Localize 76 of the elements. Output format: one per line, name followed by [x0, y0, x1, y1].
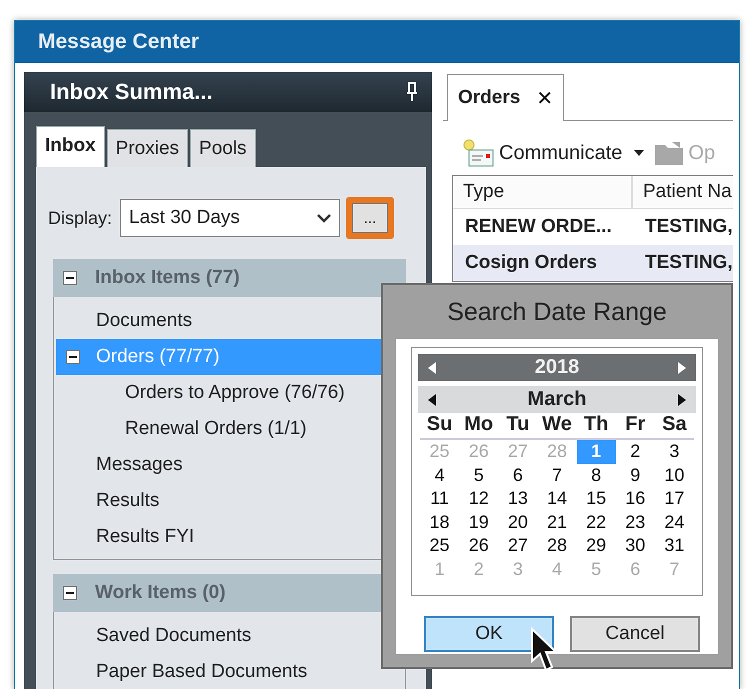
calendar-day[interactable]: 24 [654, 510, 694, 534]
dialog-button[interactable]: Cancel [570, 616, 700, 652]
table-row[interactable]: RENEW ORDE... TESTING, [453, 209, 733, 245]
chevron-icon [317, 213, 332, 223]
calendar-day[interactable]: 18 [420, 510, 460, 534]
tab[interactable]: Inbox [36, 126, 105, 167]
calendar-day[interactable]: 13 [498, 487, 538, 510]
calendar-day[interactable]: 31 [654, 534, 694, 558]
calendar-day[interactable]: 10 [654, 464, 694, 487]
calendar-day[interactable]: 9 [616, 464, 655, 487]
toolbar-button[interactable]: Communicate [463, 139, 644, 167]
calendar-day[interactable]: 4 [420, 464, 460, 487]
calendar-day[interactable]: 23 [616, 510, 655, 534]
table-cell-text: TESTING, [644, 216, 733, 238]
calendar-day[interactable]: 15 [576, 487, 616, 510]
column-header[interactable]: Patient Na [633, 181, 732, 203]
previous-year-icon[interactable] [428, 362, 436, 374]
table-cell-text: RENEW ORDE... [464, 216, 613, 238]
calendar-day[interactable]: 19 [459, 510, 498, 534]
month-label: March [528, 388, 586, 411]
panel-title: Inbox Summa... [50, 79, 213, 105]
calendar-day[interactable]: 26 [459, 534, 498, 558]
calendar-day[interactable]: 29 [576, 534, 616, 558]
caret-icon [634, 150, 644, 156]
calendar-day[interactable]: 5 [459, 464, 498, 487]
close-button[interactable]: ✕ [536, 86, 554, 110]
calendar-day[interactable]: 21 [537, 510, 577, 534]
calendar-day[interactable]: 20 [498, 510, 538, 534]
year-label: 2018 [534, 356, 580, 379]
calendar-day[interactable]: 2 [616, 440, 655, 464]
calendar-day[interactable]: 30 [616, 534, 655, 558]
section-title: Inbox Items (77) [95, 267, 240, 289]
section-title: Work Items (0) [95, 582, 226, 604]
calendar-day[interactable]: 6 [498, 464, 538, 487]
calendar-day[interactable]: 8 [576, 464, 616, 487]
calendar-day[interactable]: 11 [420, 487, 460, 510]
weekday-label: We [537, 413, 577, 440]
orders-tab[interactable]: Orders ✕ [447, 74, 564, 121]
tree-item[interactable]: Paper Based Documents [56, 654, 405, 689]
table-cell-text: TESTING, [644, 252, 733, 274]
folder-icon [654, 140, 684, 166]
column-header[interactable]: Type [453, 176, 633, 208]
calendar-day[interactable]: 3 [654, 440, 694, 464]
calendar-day[interactable]: 7 [537, 464, 577, 487]
next-month-icon[interactable] [678, 394, 686, 406]
message-icon [463, 139, 495, 167]
calendar-day[interactable]: 28 [537, 534, 577, 558]
weekday-label: Su [420, 413, 460, 440]
calendar-day[interactable]: 17 [654, 487, 694, 510]
weekday-label: Tu [498, 413, 538, 440]
calendar-day[interactable]: 22 [576, 510, 616, 534]
display-dropdown[interactable]: Last 30 Days [120, 199, 340, 237]
weekday-label: Sa [654, 413, 694, 440]
collapse-icon[interactable] [66, 350, 80, 364]
table-row[interactable]: Cosign Orders TESTING, [453, 245, 733, 281]
table-cell-text: Cosign Orders [464, 252, 598, 274]
weekday-label: Fr [616, 413, 655, 440]
dialog-title: Search Date Range [446, 297, 668, 328]
window-title: Message Center [38, 30, 200, 54]
calendar-day[interactable]: 14 [537, 487, 577, 510]
tab-label: Orders [458, 87, 520, 109]
calendar-day[interactable]: 25 [420, 534, 460, 558]
calendar-day[interactable]: 12 [459, 487, 498, 510]
display-label: Display: [48, 208, 112, 228]
tab[interactable]: Pools [190, 129, 256, 167]
calendar-day[interactable]: 27 [498, 534, 538, 558]
collapse-icon[interactable] [63, 271, 77, 285]
previous-month-icon[interactable] [428, 394, 436, 406]
calendar-day[interactable]: 16 [616, 487, 655, 510]
tab[interactable]: Proxies [106, 129, 188, 167]
pin-icon[interactable] [406, 82, 418, 102]
dialog-button[interactable]: OK [424, 616, 554, 652]
collapse-icon[interactable] [63, 586, 77, 600]
next-year-icon[interactable] [678, 362, 686, 374]
browse-button[interactable]: ... [352, 203, 388, 233]
weekday-label: Mo [459, 413, 498, 440]
